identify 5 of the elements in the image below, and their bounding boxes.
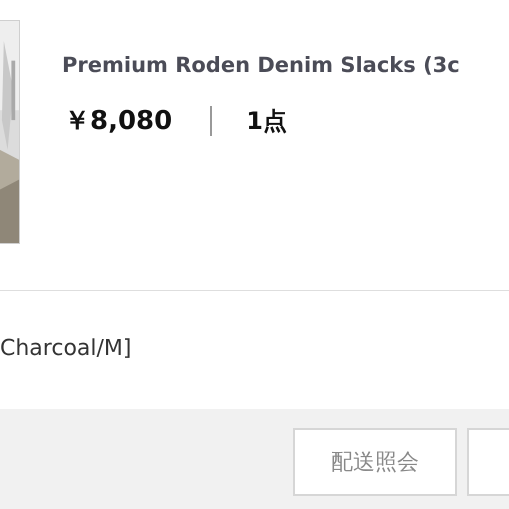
product-price: ￥8,080 xyxy=(63,105,172,138)
product-title: Premium Roden Denim Slacks (3c xyxy=(62,53,460,77)
product-option: Charcoal/M] xyxy=(0,336,132,360)
shipping-inquiry-button[interactable]: 配送照会 xyxy=(293,428,457,496)
product-quantity: 1点 xyxy=(246,106,287,136)
